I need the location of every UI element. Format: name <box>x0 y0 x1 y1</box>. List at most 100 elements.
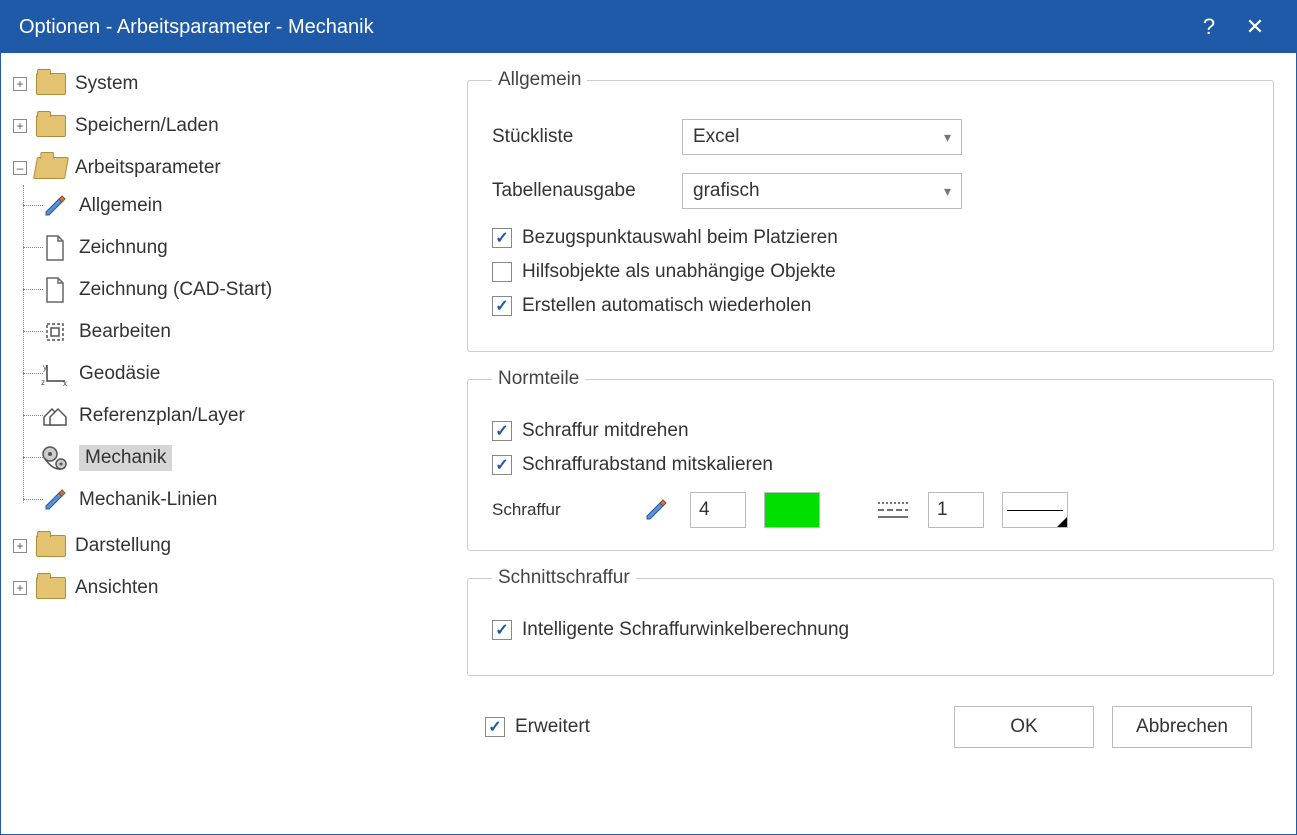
tree-label: Geodäsie <box>79 363 160 385</box>
group-legend: Normteile <box>492 368 585 390</box>
checkbox-checked-icon: ✓ <box>492 421 512 441</box>
group-legend: Allgemein <box>492 69 587 91</box>
chk-erstellen[interactable]: ✓ Erstellen automatisch wiederholen <box>492 295 1249 317</box>
tree-label: Speichern/Laden <box>75 115 219 137</box>
chk-hilfsobjekte[interactable]: Hilfsobjekte als unabhängige Objekte <box>492 261 1249 283</box>
chk-label: Hilfsobjekte als unabhängige Objekte <box>522 261 836 283</box>
tree-item-arbeitsparameter[interactable]: – Arbeitsparameter <box>13 151 443 185</box>
checkbox-checked-icon: ✓ <box>485 717 505 737</box>
stueckliste-label: Stückliste <box>492 126 682 148</box>
tree-item-darstellung[interactable]: + Darstellung <box>13 529 443 563</box>
chk-label: Schraffur mitdrehen <box>522 420 689 442</box>
content-panel: Allgemein Stückliste Excel Tabellenausga… <box>451 53 1296 834</box>
dialog-footer: ✓ Erweitert OK Abbrechen <box>467 692 1274 768</box>
tree-label: Arbeitsparameter <box>75 157 221 179</box>
svg-text:x: x <box>63 379 67 387</box>
chk-label: Schraffurabstand mitskalieren <box>522 454 773 476</box>
svg-text:z: z <box>41 378 45 387</box>
tree-item-ansichten[interactable]: + Ansichten <box>13 571 443 605</box>
tree-item-speichern[interactable]: + Speichern/Laden <box>13 109 443 143</box>
tree-item-system[interactable]: + System <box>13 67 443 101</box>
checkbox-checked-icon: ✓ <box>492 228 512 248</box>
options-dialog: Optionen - Arbeitsparameter - Mechanik ?… <box>0 0 1297 835</box>
group-legend: Schnittschraffur <box>492 567 636 589</box>
pencil-icon <box>39 192 71 220</box>
help-button[interactable]: ? <box>1186 14 1232 40</box>
folder-icon <box>35 70 67 98</box>
chk-bezugspunkt[interactable]: ✓ Bezugspunktauswahl beim Platzieren <box>492 227 1249 249</box>
expand-icon[interactable]: + <box>13 539 27 553</box>
mechanics-icon <box>39 444 71 472</box>
stueckliste-select[interactable]: Excel <box>682 119 962 155</box>
tree-item-bearbeiten[interactable]: Bearbeiten <box>39 315 443 349</box>
chk-schraffur-mitdrehen[interactable]: ✓ Schraffur mitdrehen <box>492 420 1249 442</box>
folder-icon <box>35 574 67 602</box>
tree-label: System <box>75 73 138 95</box>
tree-label: Zeichnung (CAD-Start) <box>79 279 272 301</box>
expand-icon[interactable]: + <box>13 119 27 133</box>
ok-button[interactable]: OK <box>954 706 1094 748</box>
schraffur-color-swatch[interactable] <box>764 492 820 528</box>
document-icon <box>39 234 71 262</box>
tree-item-referenzplan[interactable]: Referenzplan/Layer <box>39 399 443 433</box>
expand-icon[interactable]: + <box>13 77 27 91</box>
group-schnittschraffur: Schnittschraffur ✓ Intelligente Schraffu… <box>467 567 1274 676</box>
tree-item-mechanik[interactable]: Mechanik <box>39 441 443 475</box>
tree-label: Allgemein <box>79 195 162 217</box>
button-label: OK <box>1010 716 1037 738</box>
edit-selection-icon <box>39 318 71 346</box>
tree-label: Zeichnung <box>79 237 168 259</box>
checkbox-checked-icon: ✓ <box>492 620 512 640</box>
tree-item-mechanik-linien[interactable]: Mechanik-Linien <box>39 483 443 517</box>
cancel-button[interactable]: Abbrechen <box>1112 706 1252 748</box>
input-value: 1 <box>937 499 948 521</box>
checkbox-checked-icon: ✓ <box>492 455 512 475</box>
checkbox-unchecked-icon <box>492 262 512 282</box>
expand-icon[interactable]: + <box>13 581 27 595</box>
folder-open-icon <box>35 154 67 182</box>
tree-label: Ansichten <box>75 577 158 599</box>
linetype-input[interactable]: 1 <box>928 492 984 528</box>
chk-label: Intelligente Schraffurwinkelberechnung <box>522 619 849 641</box>
tree-label: Mechanik-Linien <box>79 489 217 511</box>
group-normteile: Normteile ✓ Schraffur mitdrehen ✓ Schraf… <box>467 368 1274 551</box>
tree-label: Referenzplan/Layer <box>79 405 245 427</box>
checkbox-checked-icon: ✓ <box>492 296 512 316</box>
tree-item-geodaesie[interactable]: y x z Geodäsie <box>39 357 443 391</box>
tabellenausgabe-select[interactable]: grafisch <box>682 173 962 209</box>
tree-label-selected: Mechanik <box>79 445 172 471</box>
chk-label: Erweitert <box>515 716 590 738</box>
schraffur-pen-input[interactable]: 4 <box>690 492 746 528</box>
chk-erweitert[interactable]: ✓ Erweitert <box>485 716 590 738</box>
tabellenausgabe-label: Tabellenausgabe <box>492 180 682 202</box>
button-label: Abbrechen <box>1136 716 1228 738</box>
tree-item-zeichnung-cad[interactable]: Zeichnung (CAD-Start) <box>39 273 443 307</box>
pencil-icon <box>39 486 71 514</box>
tree-item-allgemein[interactable]: Allgemein <box>39 189 443 223</box>
input-value: 4 <box>699 499 710 521</box>
select-value: grafisch <box>693 180 760 202</box>
schraffur-label: Schraffur <box>492 500 622 520</box>
chk-label: Bezugspunktauswahl beim Platzieren <box>522 227 838 249</box>
tree-label: Darstellung <box>75 535 171 557</box>
linetype-icon[interactable] <box>876 497 910 523</box>
svg-text:y: y <box>43 363 47 372</box>
group-allgemein: Allgemein Stückliste Excel Tabellenausga… <box>467 69 1274 352</box>
folder-icon <box>35 532 67 560</box>
house-layer-icon <box>39 402 71 430</box>
pencil-icon[interactable] <box>640 496 672 524</box>
collapse-icon[interactable]: – <box>13 161 27 175</box>
titlebar: Optionen - Arbeitsparameter - Mechanik ?… <box>1 1 1296 53</box>
chk-intelligente[interactable]: ✓ Intelligente Schraffurwinkelberechnung <box>492 619 1249 641</box>
axes-icon: y x z <box>39 360 71 388</box>
close-button[interactable]: ✕ <box>1232 14 1278 40</box>
line-preview[interactable] <box>1002 492 1068 528</box>
window-title: Optionen - Arbeitsparameter - Mechanik <box>19 16 1186 39</box>
folder-icon <box>35 112 67 140</box>
tree-label: Bearbeiten <box>79 321 171 343</box>
nav-tree: + System + Speichern/Laden – <box>1 53 451 834</box>
tree-item-zeichnung[interactable]: Zeichnung <box>39 231 443 265</box>
select-value: Excel <box>693 126 739 148</box>
chk-label: Erstellen automatisch wiederholen <box>522 295 811 317</box>
chk-schraffurabstand[interactable]: ✓ Schraffurabstand mitskalieren <box>492 454 1249 476</box>
